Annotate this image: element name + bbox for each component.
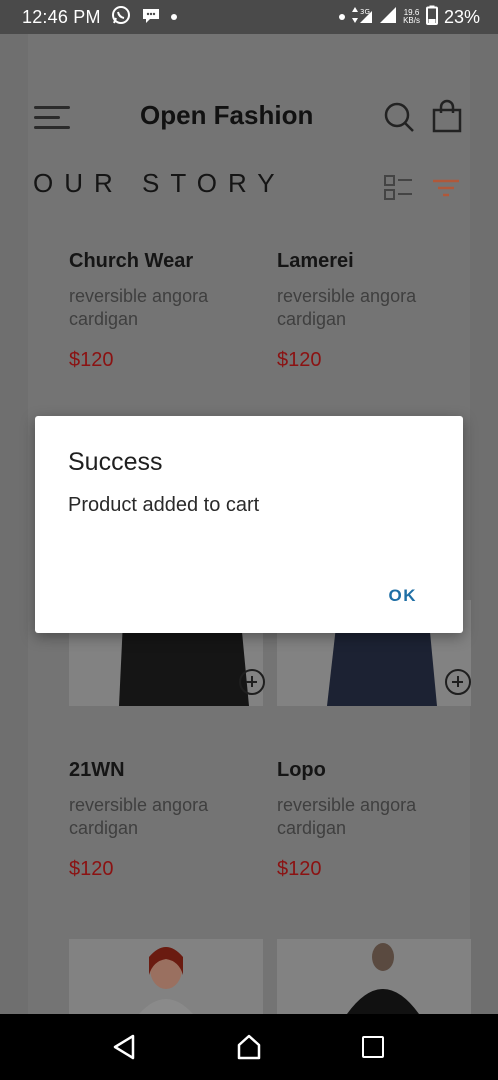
add-to-cart-icon[interactable] [445, 669, 471, 695]
product-description: reversible angora cardigan [277, 286, 417, 329]
recents-icon[interactable] [362, 1036, 384, 1058]
status-dot-icon [339, 14, 346, 20]
product-card[interactable]: Lopo reversible angora cardigan $120 [277, 759, 471, 881]
product-description: reversible angora cardigan [69, 286, 209, 329]
status-time: 12:46 PM [22, 6, 101, 27]
product-price: $120 [277, 349, 322, 371]
add-to-cart-icon[interactable] [239, 669, 265, 695]
chat-icon [141, 5, 161, 30]
filter-icon[interactable] [432, 178, 460, 198]
app-title: Open Fashion [140, 100, 314, 130]
product-name: 21WN [69, 759, 125, 781]
product-card[interactable]: Church Wear reversible angora cardigan $… [69, 250, 263, 372]
success-dialog: Success Product added to cart OK [35, 416, 463, 633]
product-card[interactable]: Lamerei reversible angora cardigan $120 [277, 250, 471, 372]
battery-percent: 23% [443, 6, 480, 27]
network-speed: 19.6 KB/s [403, 8, 420, 25]
product-image[interactable] [69, 939, 263, 1014]
product-price: $120 [277, 858, 322, 880]
product-name: Lamerei [277, 250, 354, 272]
section-title: OUR STORY [33, 168, 286, 198]
product-image[interactable] [277, 939, 471, 1014]
product-price: $120 [69, 349, 114, 371]
signal-icon [379, 6, 397, 29]
data-arrows-icon: 3G [351, 6, 373, 29]
product-name: Church Wear [69, 250, 194, 272]
notification-dot-icon [170, 14, 177, 20]
ok-button[interactable]: OK [389, 586, 418, 606]
product-price: $120 [69, 858, 114, 880]
dialog-message: Product added to cart [68, 494, 260, 516]
whatsapp-icon [111, 5, 131, 30]
battery-icon [425, 5, 438, 30]
status-bar: 12:46 PM 3G 19.6 KB/s 23% [0, 0, 498, 34]
home-icon[interactable] [236, 1034, 262, 1060]
back-icon[interactable] [112, 1034, 136, 1060]
product-description: reversible angora cardigan [69, 795, 209, 838]
product-name: Lopo [277, 759, 326, 781]
dialog-title: Success [68, 448, 163, 476]
product-description: reversible angora cardigan [277, 795, 417, 838]
product-card[interactable]: 21WN reversible angora cardigan $120 [69, 759, 263, 881]
shopping-bag-icon[interactable] [432, 99, 462, 133]
list-view-icon[interactable] [384, 174, 414, 202]
menu-icon[interactable] [34, 104, 70, 132]
search-icon[interactable] [383, 101, 415, 133]
